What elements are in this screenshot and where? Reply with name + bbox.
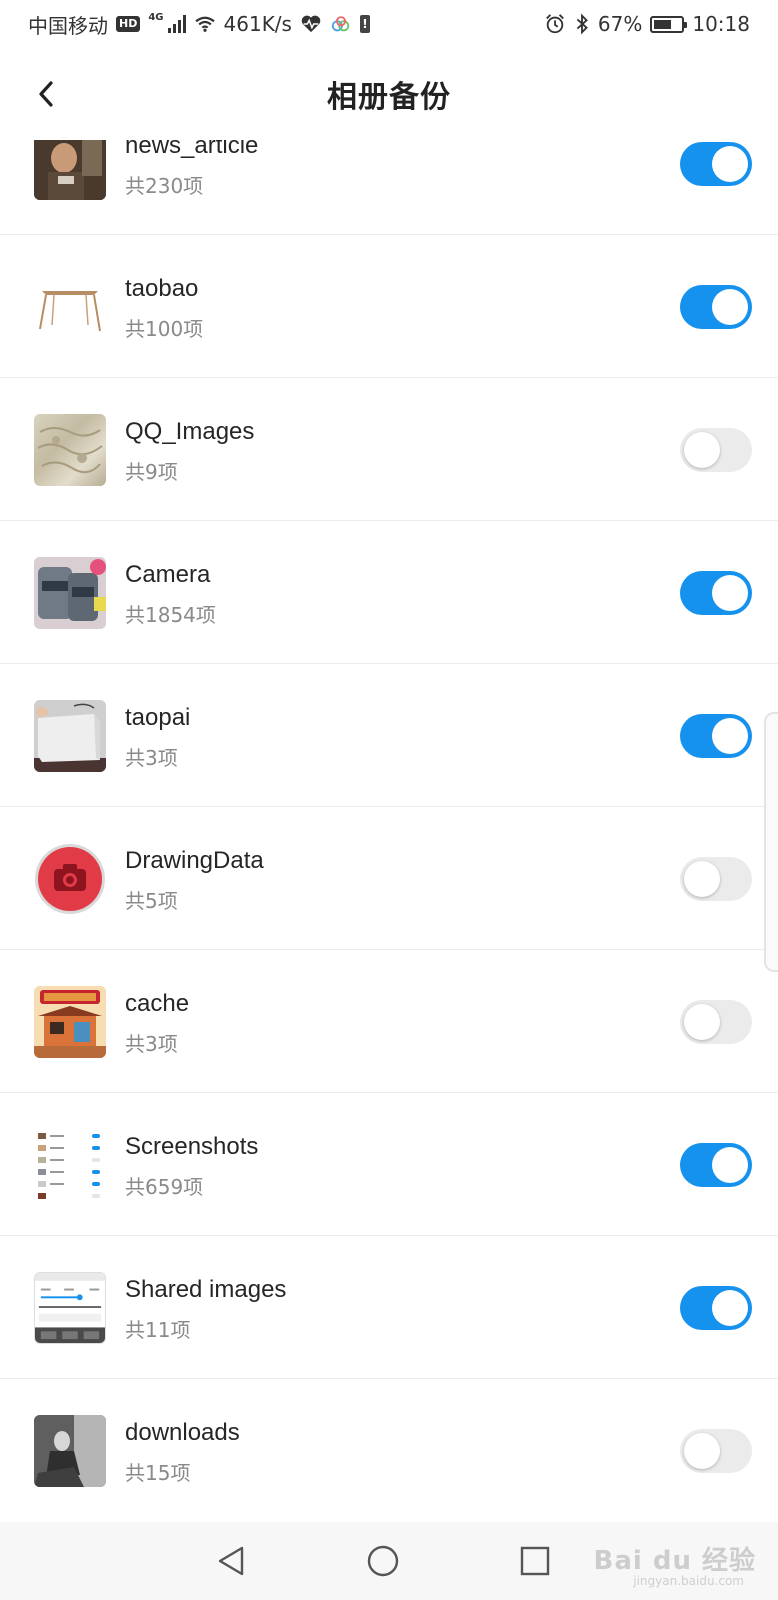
nav-recents-button[interactable] [514, 1540, 556, 1582]
network-speed: 461K/s [223, 12, 292, 36]
screen: 中国移动 HD 4G 461K/s ! 67% 10:18 相册备份 news_… [0, 0, 778, 1600]
album-thumbnail [34, 140, 106, 200]
backup-toggle[interactable] [680, 428, 752, 472]
backup-toggle[interactable] [680, 714, 752, 758]
backup-toggle[interactable] [680, 1143, 752, 1187]
album-thumbnail [34, 986, 106, 1058]
album-row[interactable]: downloads 共15项 [0, 1379, 778, 1522]
album-list-inner: news_article 共230项 taobao 共100项 QQ_Image… [0, 140, 778, 1522]
album-row[interactable]: DrawingData 共5项 [0, 807, 778, 950]
system-nav-bar: Bai du 经验 jingyan.baidu.com [0, 1522, 778, 1600]
album-thumbnail [34, 271, 106, 343]
toggle-knob [712, 146, 748, 182]
toggle-knob [684, 1433, 720, 1469]
battery-icon [650, 15, 688, 33]
toggle-knob [712, 575, 748, 611]
bluetooth-icon [576, 13, 588, 35]
album-row[interactable]: Screenshots 共659项 [0, 1093, 778, 1236]
album-count: 共15项 [125, 1461, 191, 1485]
album-row[interactable]: Shared images 共11项 [0, 1236, 778, 1379]
toggle-knob [684, 432, 720, 468]
battery-percent: 67% [597, 12, 643, 36]
square-recents-icon [520, 1546, 550, 1576]
album-count: 共3项 [125, 746, 178, 770]
hd-badge: HD [116, 16, 141, 32]
album-name: Camera [125, 561, 211, 588]
backup-toggle[interactable] [680, 1000, 752, 1044]
backup-toggle[interactable] [680, 285, 752, 329]
triangle-back-icon [218, 1546, 244, 1576]
album-row[interactable]: cache 共3项 [0, 950, 778, 1093]
album-name: taopai [125, 704, 191, 731]
toggle-knob [684, 1004, 720, 1040]
page-title: 相册备份 [327, 80, 451, 115]
backup-toggle[interactable] [680, 142, 752, 186]
album-list[interactable]: news_article 共230项 taobao 共100项 QQ_Image… [0, 140, 778, 1522]
app-header: 相册备份 [0, 48, 778, 140]
toggle-knob [712, 1147, 748, 1183]
status-left: 中国移动 HD 4G 461K/s ! [28, 10, 370, 39]
album-name: QQ_Images [125, 418, 255, 445]
carrier-label: 中国移动 [28, 13, 108, 38]
album-count: 共9项 [125, 460, 178, 484]
backup-toggle[interactable] [680, 571, 752, 615]
toggle-knob [684, 861, 720, 897]
album-name: cache [125, 990, 190, 1017]
watermark-logo: Bai du 经验 [593, 1546, 756, 1576]
edge-swipe-handle[interactable] [764, 712, 778, 972]
album-count: 共3项 [125, 1032, 178, 1056]
clock: 10:18 [692, 12, 750, 36]
signal-icon [167, 15, 186, 33]
health-icon [301, 15, 321, 33]
circle-home-icon [367, 1545, 399, 1577]
backup-toggle[interactable] [680, 857, 752, 901]
album-count: 共5项 [125, 889, 178, 913]
watermark-url: jingyan.baidu.com [633, 1574, 744, 1588]
album-row[interactable]: news_article 共230项 [0, 140, 778, 235]
toggle-knob [712, 1290, 748, 1326]
backup-toggle[interactable] [680, 1429, 752, 1473]
album-row[interactable]: Camera 共1854项 [0, 521, 778, 664]
album-name: taobao [125, 275, 199, 302]
alarm-icon [546, 14, 564, 34]
toggle-knob [712, 289, 748, 325]
backup-toggle[interactable] [680, 1286, 752, 1330]
album-name: DrawingData [125, 847, 264, 874]
nav-back-button[interactable] [210, 1540, 252, 1582]
album-thumbnail [34, 1415, 106, 1487]
battery-alert-icon: ! [359, 15, 370, 33]
album-name: news_article [125, 140, 259, 159]
chevron-left-icon [39, 81, 53, 107]
wifi-icon [194, 16, 215, 32]
album-count: 共230项 [125, 174, 204, 198]
album-thumbnail [34, 700, 106, 772]
album-name: Shared images [125, 1276, 287, 1303]
status-right: 67% 10:18 [544, 12, 750, 36]
album-name: downloads [125, 1419, 240, 1446]
toggle-knob [712, 718, 748, 754]
album-thumbnail [34, 557, 106, 629]
album-count: 共1854项 [125, 603, 216, 627]
album-thumbnail [34, 1129, 106, 1201]
album-name: Screenshots [125, 1133, 259, 1160]
network-type: 4G [148, 11, 164, 23]
album-count: 共659项 [125, 1175, 204, 1199]
status-bar: 中国移动 HD 4G 461K/s ! 67% 10:18 [0, 0, 778, 48]
album-thumbnail [34, 1272, 106, 1344]
cloud-icon [331, 16, 350, 32]
album-thumbnail [34, 414, 106, 486]
album-count: 共100项 [125, 317, 204, 341]
album-count: 共11项 [125, 1318, 191, 1342]
album-row[interactable]: taopai 共3项 [0, 664, 778, 807]
album-row[interactable]: taobao 共100项 [0, 235, 778, 378]
album-thumbnail [34, 843, 106, 915]
back-button[interactable] [26, 74, 66, 114]
album-row[interactable]: QQ_Images 共9项 [0, 378, 778, 521]
nav-home-button[interactable] [362, 1540, 404, 1582]
